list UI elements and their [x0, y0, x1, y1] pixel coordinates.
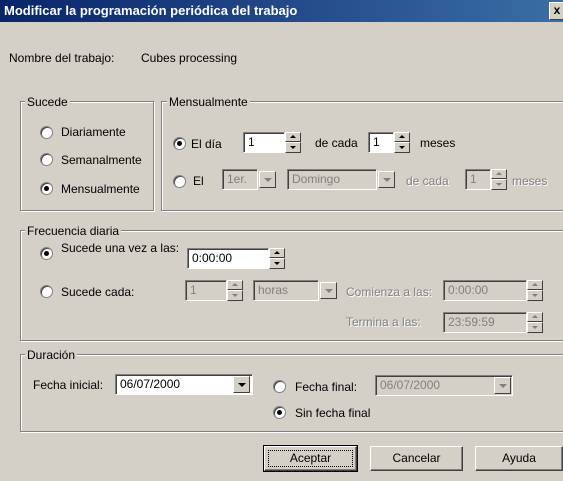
- no-end-date-label[interactable]: Sin fecha final: [295, 406, 370, 420]
- end-date-label[interactable]: Fecha final:: [295, 380, 357, 394]
- occurs-once-label[interactable]: Sucede una vez a las:: [61, 242, 181, 254]
- the-months-spinner[interactable]: [491, 169, 507, 190]
- ordinal-select[interactable]: 1er.: [222, 169, 258, 190]
- start-time-spinner[interactable]: [527, 280, 543, 301]
- weekday-dropdown-button[interactable]: [378, 171, 395, 188]
- radio-daily[interactable]: [40, 126, 53, 139]
- start-date-label: Fecha inicial:: [33, 378, 104, 392]
- once-time-field[interactable]: 0:00:00: [187, 248, 269, 269]
- cancel-button-label: Cancelar: [392, 451, 441, 465]
- end-time-spinner[interactable]: [527, 312, 543, 333]
- end-date-field[interactable]: 06/07/2000: [375, 375, 513, 396]
- the-months-label: meses: [512, 174, 548, 188]
- weekday-select[interactable]: Domingo: [287, 169, 377, 190]
- job-name-label: Nombre del trabajo:: [9, 51, 115, 65]
- end-date-dropdown-button[interactable]: [494, 377, 511, 394]
- radio-end-date[interactable]: [273, 380, 286, 393]
- day-months-label: meses: [420, 136, 456, 150]
- start-time-field[interactable]: 0:00:00: [443, 280, 527, 301]
- radio-weekday-of-month[interactable]: [173, 175, 186, 188]
- day-option-label[interactable]: El día: [191, 137, 222, 151]
- radio-monthly[interactable]: [40, 182, 53, 195]
- accept-button[interactable]: Aceptar: [263, 445, 358, 472]
- daily-frequency-legend: Frecuencia diaria: [25, 224, 122, 238]
- duration-legend: Duración: [25, 348, 78, 362]
- the-months-field[interactable]: 1: [465, 169, 491, 190]
- radio-occurs-once[interactable]: [40, 247, 53, 260]
- radio-day-of-month[interactable]: [173, 137, 186, 150]
- radio-weekly[interactable]: [40, 153, 53, 166]
- start-date-dropdown-button[interactable]: [233, 376, 250, 393]
- monthly-legend: Mensualmente: [167, 95, 250, 109]
- help-button-label: Ayuda: [502, 451, 536, 465]
- day-value-field[interactable]: 1: [243, 132, 285, 153]
- occurs-every-label[interactable]: Sucede cada:: [61, 285, 134, 299]
- the-every-label: de cada: [406, 174, 449, 188]
- radio-monthly-label[interactable]: Mensualmente: [61, 182, 140, 196]
- every-value-field[interactable]: 1: [185, 280, 227, 301]
- every-unit-select[interactable]: horas: [253, 280, 319, 301]
- radio-occurs-every[interactable]: [40, 285, 53, 298]
- end-time-label: Termina a las:: [346, 315, 421, 329]
- start-time-label: Comienza a las:: [346, 285, 433, 299]
- occurs-legend: Sucede: [25, 95, 70, 109]
- every-value-spinner[interactable]: [227, 280, 243, 301]
- day-months-field[interactable]: 1: [368, 132, 394, 153]
- end-time-field[interactable]: 23:59:59: [443, 312, 527, 333]
- every-unit-dropdown-button[interactable]: [320, 282, 337, 299]
- the-option-label[interactable]: El: [193, 174, 204, 188]
- day-every-label: de cada: [315, 136, 358, 150]
- day-months-spinner[interactable]: [394, 132, 410, 153]
- job-name-value: Cubes processing: [141, 51, 238, 65]
- title-bar: Modificar la programación periódica del …: [0, 0, 563, 22]
- radio-no-end-date[interactable]: [273, 406, 286, 419]
- cancel-button[interactable]: Cancelar: [370, 446, 463, 471]
- radio-weekly-label[interactable]: Semanalmente: [61, 153, 142, 167]
- once-time-spinner[interactable]: [269, 248, 285, 269]
- monthly-group: [161, 101, 563, 211]
- day-value-spinner[interactable]: [285, 132, 301, 153]
- radio-daily-label[interactable]: Diariamente: [61, 125, 126, 139]
- window-title: Modificar la programación periódica del …: [4, 3, 298, 18]
- close-button[interactable]: x: [549, 2, 563, 20]
- help-button[interactable]: Ayuda: [475, 446, 563, 471]
- ordinal-dropdown-button[interactable]: [259, 171, 276, 188]
